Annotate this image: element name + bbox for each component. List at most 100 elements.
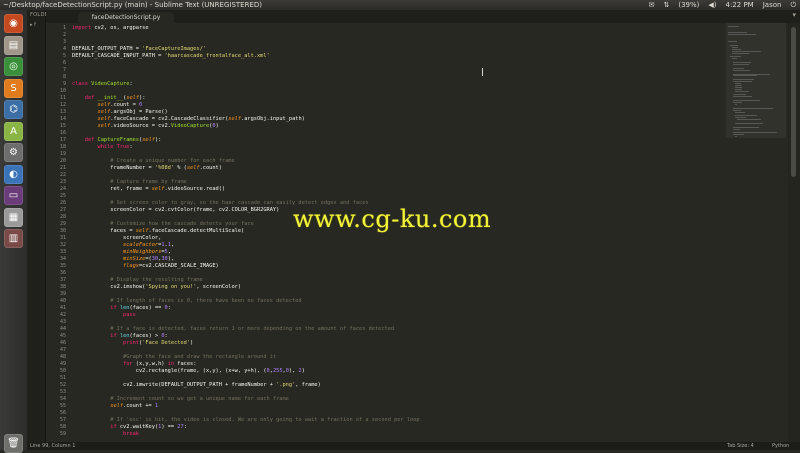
code-line[interactable]: print('Face Detected') bbox=[72, 340, 193, 347]
scrollbar-thumb[interactable] bbox=[791, 27, 796, 177]
code-line[interactable]: #Graph the face and draw the rectangle a… bbox=[72, 354, 276, 361]
firefox-icon[interactable]: ◐ bbox=[4, 164, 23, 184]
line-number: 12 bbox=[59, 101, 66, 108]
syntax-mode[interactable]: Python bbox=[772, 442, 789, 450]
line-number: 8 bbox=[62, 73, 66, 80]
code-line[interactable]: # Increment count so we get a unique nam… bbox=[72, 396, 289, 403]
minimap-line bbox=[733, 73, 770, 75]
minimap-line bbox=[733, 109, 742, 111]
trash-icon[interactable]: 🗑 bbox=[4, 434, 23, 453]
line-number: 37 bbox=[59, 276, 66, 283]
minimap-line bbox=[731, 58, 737, 60]
code-line[interactable]: self.count += 1 bbox=[72, 403, 158, 410]
code-line[interactable]: for (x,y,w,h) in faces: bbox=[72, 361, 196, 368]
line-number: 45 bbox=[59, 332, 66, 339]
code-line[interactable]: minNeighbors=5, bbox=[72, 249, 171, 256]
code-line[interactable]: screenColor, bbox=[72, 235, 161, 242]
code-line[interactable]: self.faceCascade = cv2.CascadeClassifier… bbox=[72, 116, 305, 123]
sublime-icon[interactable]: S bbox=[4, 78, 23, 98]
network-icon[interactable]: ⇅ bbox=[663, 0, 669, 10]
minimap[interactable] bbox=[726, 23, 786, 442]
code-line[interactable]: # Capture frame by frame bbox=[72, 179, 187, 186]
code-editor[interactable]: 1 2 3 4 5 6 7 8 9 10 11 12 13 14 15 16 17 18 19 20 21 22 23 24 2… bbox=[46, 23, 726, 442]
line-number: 10 bbox=[59, 87, 66, 94]
mail-icon[interactable]: ✉ bbox=[649, 0, 655, 10]
code-line[interactable]: import cv2, os, argparse bbox=[72, 25, 149, 32]
code-line[interactable]: class VideoCapture: bbox=[72, 81, 133, 88]
code-line[interactable]: self.argsObj = Parse() bbox=[72, 109, 168, 116]
line-number: 18 bbox=[59, 143, 66, 150]
code-line[interactable]: cv2.rectangle(frame, (x,y), (x+w, y+h), … bbox=[72, 368, 305, 375]
code-line[interactable]: DEFAULT_OUTPUT_PATH = 'FaceCaptureImages… bbox=[72, 46, 206, 53]
line-number: 31 bbox=[59, 234, 66, 241]
volume-icon[interactable]: ◀) bbox=[708, 0, 716, 10]
code-line[interactable]: if cv2.waitKey(1) == 27: bbox=[72, 424, 187, 431]
code-line[interactable]: cv2.imwrite(DEFAULT_OUTPUT_PATH + frameN… bbox=[72, 382, 321, 389]
code-line[interactable]: minSize=(30,30), bbox=[72, 256, 174, 263]
code-line[interactable]: if len(faces) > 0: bbox=[72, 333, 167, 340]
code-line[interactable]: if len(faces) == 0: bbox=[72, 305, 171, 312]
minimap-line bbox=[737, 119, 761, 121]
minimap-line bbox=[735, 88, 743, 90]
tab-menu-icon[interactable]: ▾ bbox=[792, 11, 796, 19]
tab-size[interactable]: Tab Size: 4 bbox=[727, 442, 754, 450]
settings-icon[interactable]: ⚙ bbox=[4, 143, 23, 162]
code-line[interactable]: def __init__(self): bbox=[72, 95, 146, 102]
line-number: 48 bbox=[59, 353, 66, 360]
line-number: 42 bbox=[59, 311, 66, 318]
code-line[interactable]: DEFAULT_CASCADE_INPUT_PATH = 'haarcascad… bbox=[72, 53, 270, 60]
code-line[interactable]: screenColor = cv2.cvtColor(frame, cv2.CO… bbox=[72, 207, 279, 214]
code-line[interactable]: self.count = 0 bbox=[72, 102, 143, 109]
line-number: 9 bbox=[62, 80, 66, 87]
code-line[interactable]: flags=cv2.CASCADE_SCALE_IMAGE) bbox=[72, 263, 219, 270]
folder-item[interactable]: ▸ f bbox=[30, 22, 36, 28]
clock[interactable]: 4:22 PM bbox=[726, 0, 754, 10]
code-line[interactable]: self.videoSource = cv2.VideoCapture(0) bbox=[72, 123, 219, 130]
code-line[interactable]: # If 'esc' is hit, the video is closed. … bbox=[72, 417, 419, 424]
files-icon[interactable]: ▤ bbox=[4, 35, 23, 55]
code-line[interactable]: ret, frame = self.videoSource.read() bbox=[72, 186, 225, 193]
code-line[interactable]: # Display the resulting frame bbox=[72, 277, 202, 284]
code-line[interactable]: # If a face is detected, faces return 1 … bbox=[72, 326, 394, 333]
code-line[interactable]: faces = self.faceCascade.detectMultiScal… bbox=[72, 228, 244, 235]
power-icon[interactable]: ⏻ bbox=[790, 0, 796, 10]
minimap-line bbox=[728, 33, 756, 35]
terminal-icon[interactable]: ▭ bbox=[4, 186, 23, 205]
code-line[interactable]: # Customize how the cascade detects your… bbox=[72, 221, 254, 228]
chrome-icon[interactable]: ◎ bbox=[4, 57, 23, 76]
minimap-line bbox=[733, 67, 745, 69]
dash-icon[interactable]: ◉ bbox=[4, 14, 23, 33]
system-tray: ✉ ⇅ (39%) ◀) 4:22 PM Jason ⏻ bbox=[649, 0, 796, 10]
line-number: 46 bbox=[59, 339, 66, 346]
vertical-scrollbar[interactable] bbox=[788, 23, 800, 442]
code-line[interactable]: # Create a unique number for each frame bbox=[72, 158, 234, 165]
code-line[interactable]: cv2.imshow('Spying on you!', screenColor… bbox=[72, 284, 241, 291]
line-number: 29 bbox=[59, 220, 66, 227]
code-line[interactable]: scaleFactor=1.1, bbox=[72, 242, 174, 249]
code-line[interactable]: pass bbox=[72, 312, 136, 319]
line-number: 35 bbox=[59, 262, 66, 269]
minimap-line bbox=[733, 79, 754, 81]
code-line[interactable]: while True: bbox=[72, 144, 133, 151]
line-number: 28 bbox=[59, 213, 66, 220]
user-name[interactable]: Jason bbox=[763, 0, 782, 10]
line-number: 52 bbox=[59, 381, 66, 388]
line-number: 17 bbox=[59, 136, 66, 143]
battery-status[interactable]: (39%) bbox=[678, 0, 699, 10]
line-number: 16 bbox=[59, 129, 66, 136]
android-icon[interactable]: A bbox=[4, 121, 23, 141]
status-bar: Line 99, Column 1 Tab Size: 4 Python bbox=[27, 442, 800, 450]
code-line[interactable]: frameNumber = '%08d' % (self.count) bbox=[72, 165, 222, 172]
code-line[interactable]: def CaptureFrames(self): bbox=[72, 137, 162, 144]
workspaces-icon[interactable]: ▥ bbox=[4, 229, 23, 248]
software-icon[interactable]: ▦ bbox=[4, 207, 23, 227]
line-number: 36 bbox=[59, 269, 66, 276]
line-number: 26 bbox=[59, 199, 66, 206]
line-number: 21 bbox=[59, 164, 66, 171]
code-line[interactable]: break bbox=[72, 431, 139, 438]
minimap-line bbox=[733, 134, 745, 136]
python-icon[interactable]: ⌬ bbox=[4, 100, 23, 119]
line-number: 2 bbox=[62, 31, 66, 38]
tab-faceDetectionScript[interactable]: faceDetectionScript.py bbox=[78, 12, 174, 23]
code-line[interactable]: # If length of faces is 0, there have be… bbox=[72, 298, 301, 305]
